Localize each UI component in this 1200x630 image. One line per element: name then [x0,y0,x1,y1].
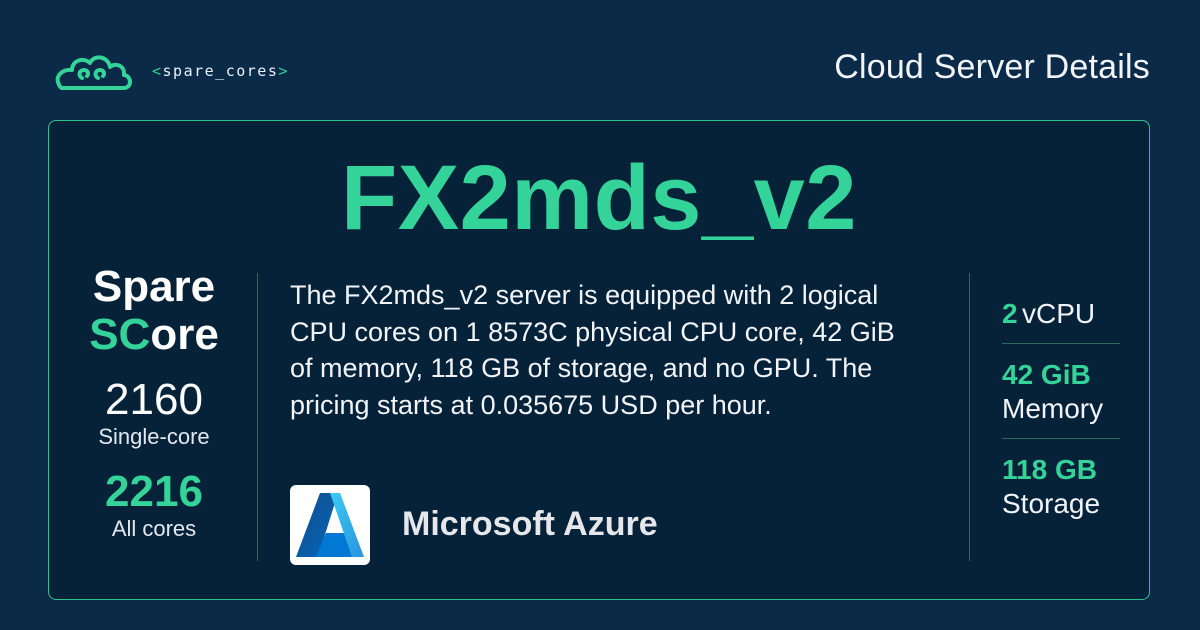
memory-value: 42 GiB [1002,359,1091,390]
spare-score-title-rest: ore [150,310,219,359]
spare-score-title-line1: Spare [92,262,216,311]
spare-cores-cloud-logo-icon [55,55,132,90]
vcpu-value: 2 [1002,298,1018,329]
server-details-card: FX2mds_v2 Spare SCore 2160 Single-core 2… [48,120,1150,600]
server-name: FX2mds_v2 [341,147,857,249]
spare-score-column: Spare SCore 2160 Single-core 2216 All co… [71,263,237,543]
spare-score-title-sc: SC [89,310,151,359]
brand-open-bracket: < [152,62,163,80]
storage-spec: 118 GB Storage [1002,453,1120,533]
spare-score-title-line2: SCore [71,311,237,359]
memory-label: Memory [1002,393,1104,424]
specs-column: 2 vCPU 42 GiB Memory 118 GB Storage [1002,297,1120,547]
memory-spec: 42 GiB Memory [1002,358,1120,439]
all-cores-score: 2216 [105,467,203,516]
single-core-label: Single-core [98,424,210,449]
divider-right [969,273,970,561]
brand-close-bracket: > [278,62,289,80]
storage-value: 118 GB [1002,454,1097,485]
provider-name: Microsoft Azure [402,505,658,543]
single-core-score: 2160 [105,375,203,424]
page-title: Cloud Server Details [834,48,1150,86]
azure-logo-icon [290,485,370,565]
vcpu-spec: 2 vCPU [1002,297,1120,344]
brand-name-text: spare_cores [162,62,279,80]
top-bar: <spare_cores> Cloud Server Details [0,0,1200,120]
vcpu-label: vCPU [1022,298,1096,329]
brand-name: <spare_cores> [152,62,289,80]
all-cores-label: All cores [111,516,197,541]
divider-left [257,273,258,561]
server-description: The FX2mds_v2 server is equipped with 2 … [290,280,895,420]
storage-label: Storage [1002,488,1101,519]
